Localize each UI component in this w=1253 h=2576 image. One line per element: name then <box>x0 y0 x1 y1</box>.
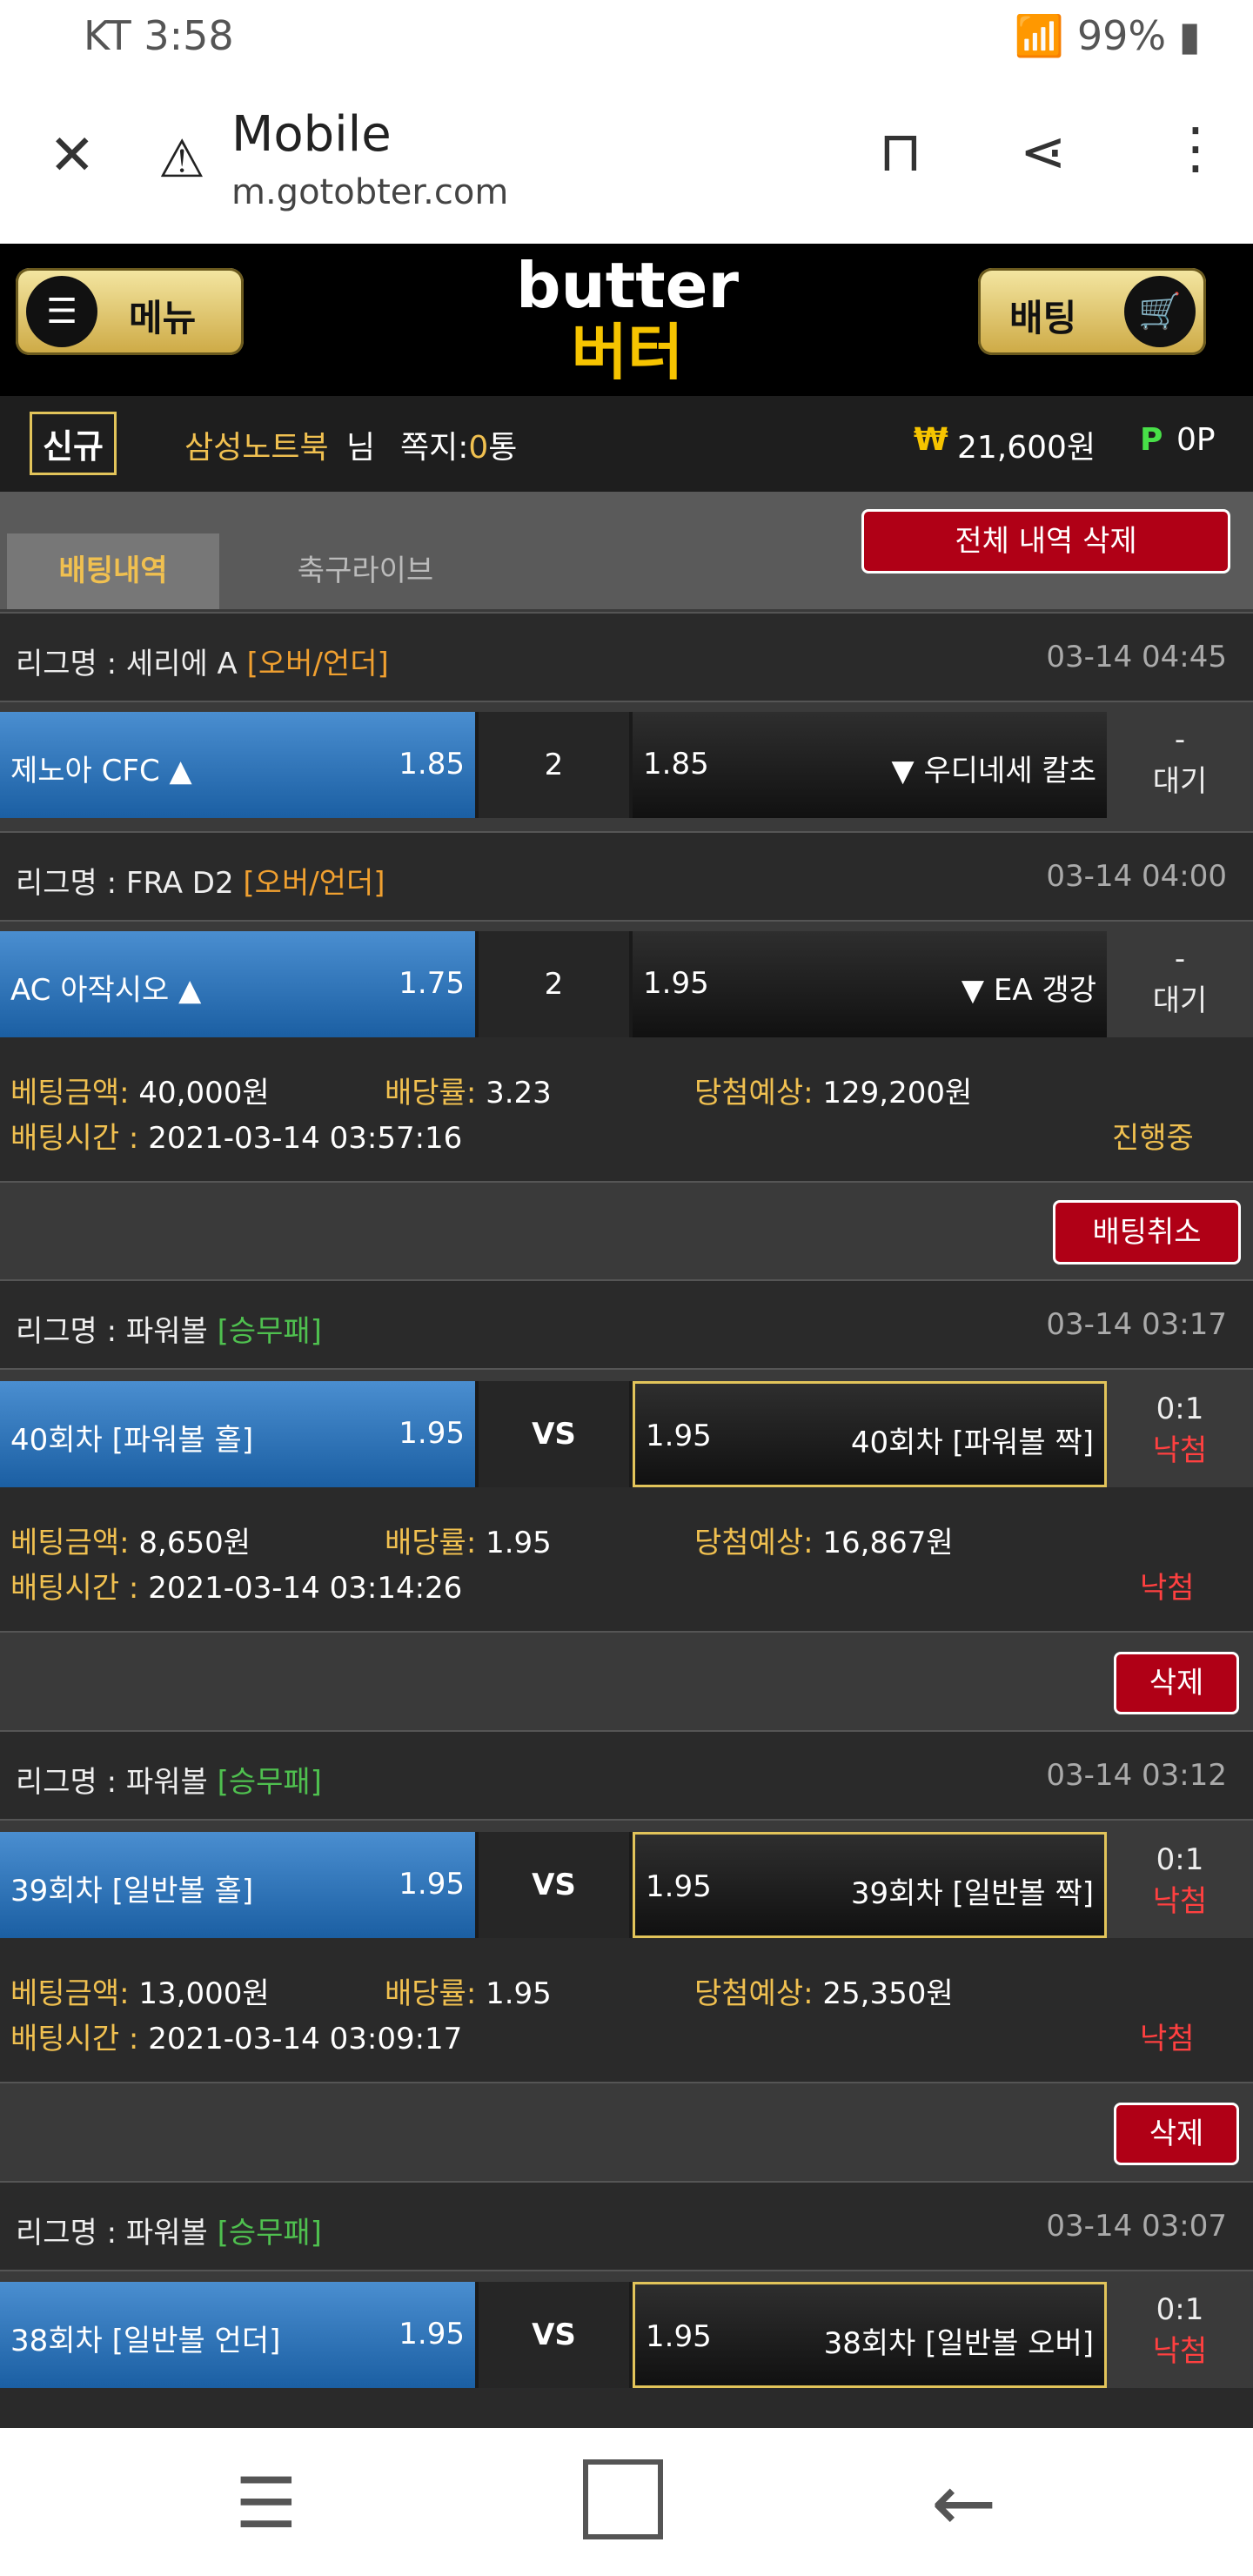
home-pick[interactable]: 제노아 CFC ▲ 1.85 <box>0 712 475 818</box>
balance: 21,600원 <box>957 430 1096 466</box>
away-pick[interactable]: 1.95 39회차 [일반볼 짝] <box>633 1832 1107 1938</box>
warning-icon[interactable]: ⚠ <box>158 129 205 190</box>
slip-actions: 배팅취소 <box>0 1181 1253 1278</box>
away-pick[interactable]: 1.95 40회차 [파워볼 짝] <box>633 1381 1107 1487</box>
logo-en: butter <box>516 249 739 322</box>
share-icon[interactable]: ⋖ <box>1020 120 1067 184</box>
home-pick[interactable]: AC 아작시오 ▲ 1.75 <box>0 931 475 1037</box>
league-header: 리그명 : 파워볼 [승무패] 03-14 03:07 <box>0 2181 1253 2271</box>
vs-label: VS <box>479 2282 629 2388</box>
page-url[interactable]: m.gotobter.com <box>231 172 508 212</box>
points: 0P <box>1176 422 1216 458</box>
result-cell: 0:1 낙첨 <box>1107 2282 1253 2388</box>
line-value: 2 <box>479 931 629 1037</box>
menu-label: 메뉴 <box>129 297 197 339</box>
message-link[interactable]: 쪽지:0통 <box>400 422 517 467</box>
away-pick[interactable]: 1.85 ▼ 우디네세 칼초 <box>633 712 1107 818</box>
league-name: 리그명 : 파워볼 [승무패] <box>16 1314 322 1349</box>
home-pick[interactable]: 40회차 [파워볼 홀] 1.95 <box>0 1381 475 1487</box>
league-name: 리그명 : 파워볼 [승무패] <box>16 1765 322 1800</box>
league-date: 03-14 04:00 <box>1046 859 1227 894</box>
message-unit: 통 <box>488 430 518 466</box>
menu-button[interactable]: ☰ 메뉴 <box>16 268 244 355</box>
result-cell: - 대기 <box>1107 931 1253 1037</box>
league-name: 리그명 : 파워볼 [승무패] <box>16 2216 322 2251</box>
logo-ko: 버터 <box>571 317 684 388</box>
browser-toolbar: ✕ ⚠ Mobile m.gotobter.com ⊓ ⋖ ⋮ <box>0 78 1253 245</box>
tab-betting-history[interactable]: 배팅내역 <box>7 533 219 609</box>
cancel-bet-button[interactable]: 배팅취소 <box>1053 1200 1241 1265</box>
bet-row: AC 아작시오 ▲ 1.75 2 1.95 ▼ EA 갱강 - 대기 <box>0 931 1253 1037</box>
logo[interactable]: butter 버터 <box>492 252 762 386</box>
league-name: 리그명 : FRA D2 [오버/언더] <box>16 866 385 901</box>
league-header: 리그명 : 세리에 A [오버/언더] 03-14 04:45 <box>0 612 1253 702</box>
bookmark-icon[interactable]: ⊓ <box>879 120 922 184</box>
user-bar: 신규 삼성노트북 님 쪽지:0통 ₩ 21,600원 P 0P <box>0 396 1253 492</box>
recent-apps-icon[interactable]: ☰ <box>235 2463 298 2544</box>
message-count: 0 <box>468 430 489 466</box>
tab-soccer-live[interactable]: 축구라이브 <box>226 533 505 609</box>
bet-slip-info-partial <box>0 2388 1253 2428</box>
cart-icon: 🛒 <box>1124 276 1196 347</box>
league-date: 03-14 03:12 <box>1046 1758 1227 1793</box>
bet-row: 제노아 CFC ▲ 1.85 2 1.85 ▼ 우디네세 칼초 - 대기 <box>0 712 1253 818</box>
league-header: 리그명 : 파워볼 [승무패] 03-14 03:17 <box>0 1279 1253 1370</box>
delete-button[interactable]: 삭제 <box>1114 1652 1239 1714</box>
site-header: ☰ 메뉴 butter 버터 배팅 🛒 <box>0 244 1253 396</box>
bet-state: 낙첨 <box>1140 1571 1195 1606</box>
league-name: 리그명 : 세리에 A [오버/언더] <box>16 647 389 681</box>
league-date: 03-14 03:07 <box>1046 2209 1227 2244</box>
username-suffix: 님 <box>346 430 376 466</box>
home-pick[interactable]: 38회차 [일반볼 언더] 1.95 <box>0 2282 475 2388</box>
username: 삼성노트북 <box>184 430 329 466</box>
status-bar: KT 3:58 📶 99% ▮ <box>0 0 1253 78</box>
betting-label: 배팅 <box>1009 297 1077 339</box>
more-icon[interactable]: ⋮ <box>1168 117 1223 181</box>
vs-label: VS <box>479 1832 629 1938</box>
delete-all-button[interactable]: 전체 내역 삭제 <box>861 509 1230 574</box>
slip-actions: 삭제 <box>0 2082 1253 2179</box>
back-icon[interactable]: ← <box>931 2458 996 2549</box>
menu-icon: ☰ <box>26 276 97 347</box>
battery-percent: 99% <box>1076 12 1167 59</box>
bet-slip-info: 베팅금액: 40,000원 배당률: 3.23 당첨예상: 129,200원 배… <box>0 1037 1253 1181</box>
league-date: 03-14 03:17 <box>1046 1307 1227 1342</box>
away-pick[interactable]: 1.95 ▼ EA 갱강 <box>633 931 1107 1037</box>
delete-button[interactable]: 삭제 <box>1114 2103 1239 2165</box>
bet-row: 39회차 [일반볼 홀] 1.95 VS 1.95 39회차 [일반볼 짝] 0:1… <box>0 1832 1253 1938</box>
won-icon: ₩ <box>914 422 948 458</box>
tab-bar: 배팅내역 축구라이브 전체 내역 삭제 <box>0 492 1253 609</box>
betting-button[interactable]: 배팅 🛒 <box>978 268 1206 355</box>
message-label: 쪽지: <box>400 430 469 466</box>
home-pick[interactable]: 39회차 [일반볼 홀] 1.95 <box>0 1832 475 1938</box>
level-badge: 신규 <box>30 412 117 475</box>
result-cell: 0:1 낙첨 <box>1107 1832 1253 1938</box>
league-header: 리그명 : FRA D2 [오버/언더] 03-14 04:00 <box>0 831 1253 922</box>
line-value: 2 <box>479 712 629 818</box>
league-header: 리그명 : 파워볼 [승무패] 03-14 03:12 <box>0 1730 1253 1821</box>
result-cell: 0:1 낙첨 <box>1107 1381 1253 1487</box>
point-icon: P <box>1140 422 1163 458</box>
bet-slip-info: 베팅금액: 13,000원 배당률: 1.95 당첨예상: 25,350원 배팅… <box>0 1938 1253 2082</box>
slip-actions: 삭제 <box>0 1631 1253 1728</box>
bet-state: 낙첨 <box>1140 2022 1195 2056</box>
close-icon[interactable]: ✕ <box>49 124 96 188</box>
vs-label: VS <box>479 1381 629 1487</box>
battery-level: 📶 99% ▮ <box>1014 12 1201 59</box>
bet-row: 38회차 [일반볼 언더] 1.95 VS 1.95 38회차 [일반볼 오버] 0… <box>0 2282 1253 2388</box>
away-pick[interactable]: 1.95 38회차 [일반볼 오버] <box>633 2282 1107 2388</box>
bet-state: 진행중 <box>1112 1121 1194 1156</box>
status-time: KT 3:58 <box>84 12 234 59</box>
system-nav-bar: ☰ ← <box>0 2428 1253 2576</box>
result-cell: - 대기 <box>1107 712 1253 818</box>
home-icon[interactable] <box>583 2459 663 2539</box>
page-title: Mobile <box>231 106 392 163</box>
bet-slip-info: 베팅금액: 8,650원 배당률: 1.95 당첨예상: 16,867원 배팅시… <box>0 1487 1253 1631</box>
league-date: 03-14 04:45 <box>1046 640 1227 674</box>
bet-row: 40회차 [파워볼 홀] 1.95 VS 1.95 40회차 [파워볼 짝] 0:1… <box>0 1381 1253 1487</box>
